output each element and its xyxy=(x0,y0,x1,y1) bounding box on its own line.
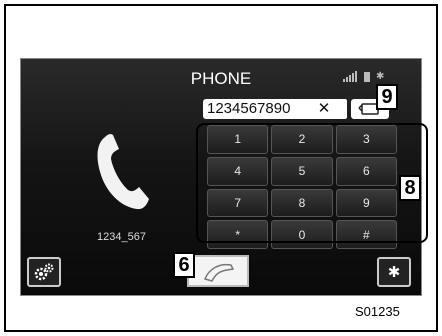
battery-icon xyxy=(364,72,370,82)
call-icon xyxy=(203,263,235,282)
keypad-callout-outline xyxy=(196,123,428,243)
figure-code: S01235 xyxy=(355,304,400,319)
phone-handset-icon xyxy=(95,131,155,218)
call-button[interactable] xyxy=(187,255,249,287)
signal-strength-icon xyxy=(343,71,357,82)
contact-number: 1234_567 xyxy=(97,231,146,243)
bluetooth-button[interactable]: ✱ xyxy=(377,257,411,287)
bluetooth-icon: ✱ xyxy=(387,264,401,281)
settings-button[interactable] xyxy=(27,257,61,287)
callout-6: 6 xyxy=(173,252,195,278)
callout-9: 9 xyxy=(376,84,398,110)
callout-8: 8 xyxy=(399,175,421,201)
bluetooth-status-icon: ✱ xyxy=(376,71,385,82)
status-bar: ✱ xyxy=(343,71,384,82)
gears-icon xyxy=(34,263,54,281)
